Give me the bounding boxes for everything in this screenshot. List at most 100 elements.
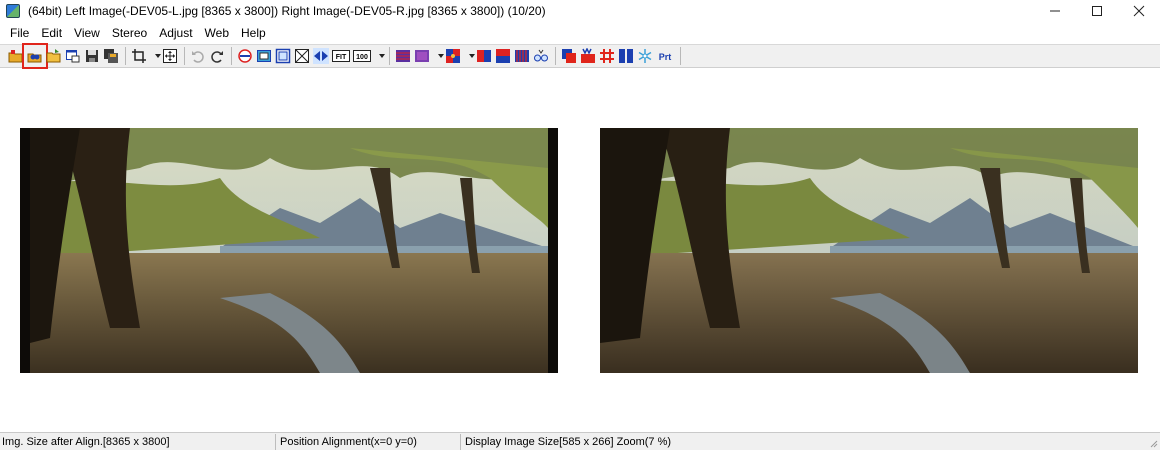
auto-align-icon	[581, 48, 595, 63]
toolbar-separator	[231, 47, 232, 65]
swap-lr-button[interactable]	[237, 48, 253, 64]
title-bar: (64bit) Left Image(-DEV05-L.jpg [8365 x …	[0, 0, 1160, 22]
save-button[interactable]	[84, 48, 100, 64]
menu-help[interactable]: Help	[235, 26, 272, 40]
frame-icon	[275, 48, 291, 64]
menu-view[interactable]: View	[68, 26, 106, 40]
checker-dropdown[interactable]	[464, 48, 475, 64]
double-arrow-icon	[313, 48, 329, 64]
chevron-down-icon	[379, 54, 385, 58]
resize-grip-icon[interactable]	[1148, 438, 1158, 448]
swap-arrows-button[interactable]	[313, 48, 329, 64]
toolbar-separator	[184, 47, 185, 65]
anaglyph-dropdown[interactable]	[433, 48, 444, 64]
status-size-after-align: Img. Size after Align.[8365 x 3800]	[0, 433, 276, 450]
fullscreen-button[interactable]	[294, 48, 310, 64]
toolbar: FIT 100 Prt	[0, 43, 1160, 69]
actual-size-button[interactable]: 100	[353, 48, 371, 64]
menu-file[interactable]: File	[4, 26, 35, 40]
right-stereo-image	[600, 128, 1138, 373]
glasses-button[interactable]	[533, 48, 549, 64]
swap-icon	[238, 49, 252, 63]
checker-icon	[446, 49, 460, 63]
window-controls	[1034, 0, 1160, 22]
window-button[interactable]	[65, 48, 81, 64]
frame-button[interactable]	[275, 48, 291, 64]
snowflake-button[interactable]	[637, 48, 653, 64]
close-button[interactable]	[1118, 0, 1160, 22]
move-button[interactable]	[162, 48, 178, 64]
toolbar-separator	[125, 47, 126, 65]
fit-label: FIT	[336, 54, 347, 61]
side-by-side-button[interactable]	[476, 48, 492, 64]
undo-button[interactable]	[190, 48, 206, 64]
print-label: Prt	[659, 52, 672, 62]
window-title: (64bit) Left Image(-DEV05-L.jpg [8365 x …	[28, 4, 546, 18]
fit-window-icon	[257, 50, 271, 62]
fit-icon: FIT	[332, 50, 350, 62]
move-icon	[163, 49, 177, 63]
menu-adjust[interactable]: Adjust	[153, 26, 198, 40]
status-position-alignment: Position Alignment(x=0 y=0)	[276, 433, 461, 450]
close-icon	[1133, 5, 1145, 17]
anaglyph-color-icon	[415, 50, 429, 62]
app-icon	[6, 4, 20, 18]
open-left-image-button[interactable]	[8, 48, 24, 64]
save-stereo-icon	[104, 49, 118, 63]
open-stereo-pair-icon	[27, 53, 42, 63]
anaglyph-icon	[396, 50, 410, 62]
actual-size-icon: 100	[353, 50, 371, 62]
open-stereo-pair-button[interactable]	[22, 43, 48, 69]
fit-window-button[interactable]	[256, 48, 272, 64]
grid-button[interactable]	[599, 48, 615, 64]
menu-stereo[interactable]: Stereo	[106, 26, 153, 40]
crop-button[interactable]	[131, 48, 147, 64]
glasses-icon	[534, 49, 548, 62]
menu-web[interactable]: Web	[199, 26, 235, 40]
save-stereo-button[interactable]	[103, 48, 119, 64]
left-image-pane[interactable]	[20, 128, 558, 373]
open-folder-icon	[46, 49, 61, 63]
menu-edit[interactable]: Edit	[35, 26, 68, 40]
print-icon: Prt	[659, 52, 672, 62]
maximize-icon	[1092, 6, 1102, 16]
zoom-dropdown[interactable]	[374, 48, 385, 64]
side-by-side-icon	[477, 50, 491, 62]
anaglyph-color-button[interactable]	[414, 48, 430, 64]
interlace-button[interactable]	[514, 48, 530, 64]
snowflake-icon	[638, 49, 652, 63]
open-folder-icon	[8, 50, 23, 63]
split-view-button[interactable]	[618, 48, 634, 64]
maximize-button[interactable]	[1076, 0, 1118, 22]
right-image-pane[interactable]	[600, 128, 1138, 373]
anaglyph-red-blue-button[interactable]	[395, 48, 411, 64]
fullscreen-icon	[295, 49, 309, 63]
split-view-icon	[619, 49, 633, 63]
left-stereo-image	[20, 128, 558, 373]
over-under-icon	[496, 49, 510, 63]
window-icon	[66, 50, 80, 63]
save-icon	[86, 50, 98, 62]
auto-align-button[interactable]	[580, 48, 596, 64]
redo-button[interactable]	[209, 48, 225, 64]
status-bar: Img. Size after Align.[8365 x 3800] Posi…	[0, 432, 1160, 450]
minimize-icon	[1050, 10, 1060, 12]
toolbar-separator	[555, 47, 556, 65]
actual-size-label: 100	[356, 54, 368, 61]
color-adjust-icon	[562, 49, 576, 63]
minimize-button[interactable]	[1034, 0, 1076, 22]
status-display-size: Display Image Size[585 x 266] Zoom(7 %)	[465, 435, 672, 448]
color-adjust-button[interactable]	[561, 48, 577, 64]
fit-button[interactable]: FIT	[332, 48, 350, 64]
grid-icon	[600, 49, 614, 63]
open-file-button[interactable]	[46, 48, 62, 64]
menu-bar: File Edit View Stereo Adjust Web Help	[0, 23, 1160, 43]
over-under-button[interactable]	[495, 48, 511, 64]
undo-icon	[192, 51, 204, 63]
interlace-icon	[515, 50, 529, 62]
crop-icon	[132, 49, 146, 63]
checker-button[interactable]	[445, 48, 461, 64]
print-button[interactable]: Prt	[656, 48, 674, 64]
redo-icon	[211, 51, 223, 63]
crop-dropdown[interactable]	[150, 48, 161, 64]
